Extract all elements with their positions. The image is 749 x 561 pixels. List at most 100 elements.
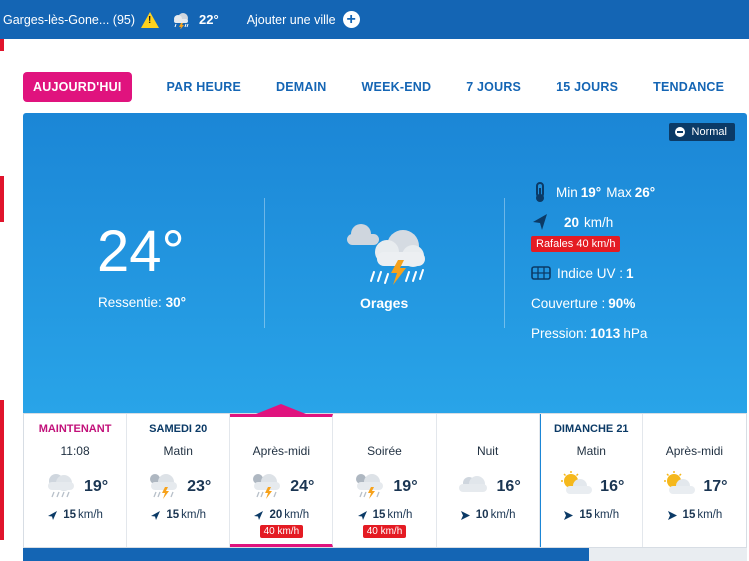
forecast-slot[interactable]: DIMANCHE 21 Matin 16° 15 km/h xyxy=(539,414,643,547)
tab-today[interactable]: AUJOURD'HUI xyxy=(23,72,132,102)
wind-speed: 20 xyxy=(564,214,580,230)
slot-wind: 15 km/h xyxy=(127,509,229,521)
tab-15-days[interactable]: 15 JOURS xyxy=(556,80,618,94)
uv-icon xyxy=(531,266,551,280)
storm-icon xyxy=(351,471,387,504)
slot-wind-unit: km/h xyxy=(490,509,516,521)
storm-icon xyxy=(248,471,284,504)
slot-wind: 15 km/h xyxy=(333,509,435,521)
forecast-slot[interactable]: Nuit 16° 10 km/h xyxy=(437,414,540,547)
slot-period: Après-midi xyxy=(252,444,311,458)
scroll-progress-bar[interactable] xyxy=(23,548,589,561)
minus-circle-icon xyxy=(674,127,685,137)
slot-wind-speed: 15 xyxy=(579,509,593,521)
slot-temperature: 19° xyxy=(393,478,418,495)
feels-like-value: 30° xyxy=(165,295,186,310)
forecast-slot[interactable]: SAMEDI 20 Matin 23° 15 km/h xyxy=(127,414,231,547)
slot-wind-speed: 15 xyxy=(372,509,386,521)
tab-trend[interactable]: TENDANCE xyxy=(653,80,724,94)
slot-period: Nuit xyxy=(476,444,499,458)
slot-temperature: 17° xyxy=(703,478,728,495)
uv-value: 1 xyxy=(626,265,634,281)
tab-weekend[interactable]: WEEK-END xyxy=(362,80,432,94)
add-city-label: Ajouter une ville xyxy=(246,12,336,27)
pressure-label: Pression: xyxy=(531,325,588,341)
slot-wind-speed: 15 xyxy=(63,509,76,521)
max-value: 26° xyxy=(634,184,656,200)
plus-icon[interactable]: + xyxy=(342,11,360,28)
wind-direction-icon xyxy=(667,510,677,520)
normal-badge[interactable]: Normal xyxy=(668,123,735,141)
slot-wind-unit: km/h xyxy=(594,509,620,521)
current-weather-panel: Normal 24° Ressentie: 30° Orages Min 19°… xyxy=(23,113,747,413)
slot-wind-speed: 10 xyxy=(475,509,489,521)
slot-wind-unit: km/h xyxy=(284,509,310,521)
forecast-slot[interactable]: Après-midi 17° 15 km/h xyxy=(643,414,746,547)
wind-unit: km/h xyxy=(584,214,614,230)
city-name[interactable]: Garges-lès-Gone... xyxy=(3,13,109,27)
uv-row: Indice UV : 1 xyxy=(531,258,655,288)
current-city[interactable]: Garges-lès-Gone... (95) xyxy=(3,13,135,27)
thermometer-icon xyxy=(536,182,544,202)
pressure-value: 1013 xyxy=(590,325,621,341)
slot-wind: 20 km/h xyxy=(230,509,332,521)
weather-details: Min 19° Max 26° 20 km/h Rafales 40 km/h xyxy=(531,177,655,348)
slot-day: MAINTENANT xyxy=(38,423,112,435)
pressure-unit: hPa xyxy=(623,325,648,341)
wind-row: 20 km/h xyxy=(531,207,655,237)
tab-hourly[interactable]: PAR HEURE xyxy=(167,80,242,94)
condition-label: Orages xyxy=(360,295,409,311)
slot-temperature: 24° xyxy=(290,478,315,495)
current-temperature: 24° xyxy=(97,219,185,284)
slot-wind-speed: 15 xyxy=(166,509,180,521)
slot-wind-unit: km/h xyxy=(78,509,103,521)
wind-direction-icon xyxy=(151,510,161,520)
wind-direction-icon xyxy=(533,214,547,230)
panel-divider xyxy=(504,198,505,328)
slot-day xyxy=(230,417,332,444)
slot-day xyxy=(643,414,746,444)
storm-icon xyxy=(174,12,189,29)
slot-day xyxy=(333,414,435,444)
wind-direction-icon xyxy=(357,510,367,520)
slot-wind-unit: km/h xyxy=(181,509,207,521)
min-label: Min xyxy=(556,184,578,200)
scroll-track[interactable] xyxy=(589,548,747,561)
slot-wind: 15 km/h xyxy=(541,509,642,521)
cover-value: 90% xyxy=(608,295,636,311)
slot-gust-badge: 40 km/h xyxy=(362,525,407,538)
sun-cloud-icon xyxy=(661,470,697,504)
top-location-bar: Garges-lès-Gone... (95) ! 22° Ajouter un… xyxy=(0,0,749,39)
slot-wind-unit: km/h xyxy=(697,509,723,521)
cloud-icon xyxy=(455,471,491,504)
slot-temperature: 16° xyxy=(496,478,521,495)
tab-7-days[interactable]: 7 JOURS xyxy=(466,80,521,94)
cover-label: Couverture : xyxy=(531,295,606,311)
add-city-button[interactable]: Ajouter une ville + xyxy=(247,11,360,28)
slot-period: Soirée xyxy=(367,444,402,458)
forecast-slot[interactable]: MAINTENANT 11:08 19° 15 km/h xyxy=(24,414,128,547)
cover-row: Couverture : 90% xyxy=(531,288,655,318)
forecast-strip: MAINTENANT 11:08 19° 15 km/h SAMEDI 20 Matin 23… xyxy=(23,404,747,548)
uv-label: Indice UV : xyxy=(557,265,624,281)
forecast-slot[interactable]: Soirée 19° 15 km/h 40 km/h xyxy=(333,414,437,547)
tab-tomorrow[interactable]: DEMAIN xyxy=(276,80,327,94)
warning-icon-glyph: ! xyxy=(148,14,152,26)
page-edge-stripe xyxy=(0,400,4,540)
max-label: Max xyxy=(606,184,632,200)
min-max-row: Min 19° Max 26° xyxy=(531,177,655,207)
forecast-slot[interactable]: Après-midi 24° 20 km/h 40 km/h xyxy=(230,404,334,547)
slot-period: Après-midi xyxy=(665,444,724,458)
city-department: (95) xyxy=(112,12,136,27)
warning-icon[interactable]: ! xyxy=(141,11,160,28)
slot-wind-speed: 15 xyxy=(682,509,696,521)
pressure-row: Pression: 1013 hPa xyxy=(531,318,655,348)
slot-wind: 10 km/h xyxy=(437,509,539,521)
page-edge-stripe xyxy=(0,176,4,222)
wind-direction-icon xyxy=(48,510,58,520)
slot-day: DIMANCHE 21 xyxy=(553,423,629,435)
slot-period: Matin xyxy=(576,444,606,458)
slot-wind-unit: km/h xyxy=(387,509,413,521)
slot-day: SAMEDI 20 xyxy=(149,423,208,435)
wind-direction-icon xyxy=(564,510,574,520)
